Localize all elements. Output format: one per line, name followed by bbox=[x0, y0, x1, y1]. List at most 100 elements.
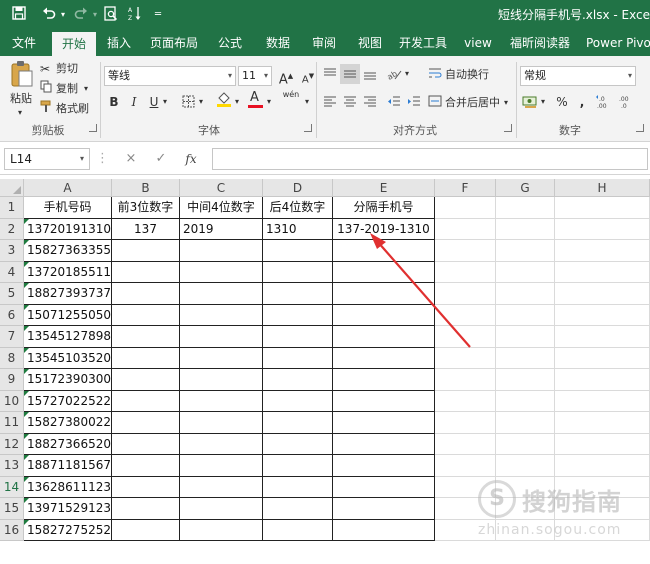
tab-data[interactable]: 数据 bbox=[258, 30, 298, 56]
tab-file[interactable]: 文件 bbox=[4, 30, 44, 56]
formula-bar-grip-icon: ⋮ bbox=[96, 151, 109, 166]
percent-button[interactable]: % bbox=[552, 92, 572, 112]
svg-text:Z: Z bbox=[128, 15, 132, 21]
number-format-value: 常规 bbox=[524, 69, 546, 82]
phonetic-guide-button[interactable]: wén bbox=[280, 90, 302, 110]
font-size-value: 11 bbox=[242, 69, 256, 82]
copy-label: 复制 bbox=[56, 82, 78, 95]
font-color-swatch bbox=[248, 105, 263, 108]
chevron-down-icon: ▾ bbox=[227, 71, 232, 80]
align-top-icon[interactable] bbox=[320, 64, 340, 84]
align-right-icon[interactable] bbox=[360, 92, 380, 112]
ribbon-separator bbox=[516, 62, 517, 138]
watermark-text: 搜狗指南 bbox=[522, 488, 622, 516]
copy-button[interactable]: 复制 ▾ bbox=[40, 80, 98, 98]
bold-button[interactable]: B bbox=[104, 92, 124, 112]
font-name-value: 等线 bbox=[108, 69, 130, 82]
phonetic-dropdown-icon[interactable]: ▾ bbox=[302, 92, 312, 112]
currency-dropdown-icon[interactable]: ▾ bbox=[538, 92, 548, 112]
clipboard-launcher-icon[interactable] bbox=[89, 124, 97, 132]
decrease-indent-icon[interactable] bbox=[384, 92, 404, 112]
scissors-icon: ✂ bbox=[40, 62, 51, 76]
decrease-decimal-icon[interactable]: .00.0 bbox=[616, 92, 636, 112]
ribbon-separator bbox=[100, 62, 101, 138]
tab-formulas[interactable]: 公式 bbox=[210, 30, 250, 56]
font-color-dropdown-icon[interactable]: ▾ bbox=[264, 92, 274, 112]
fill-color-dropdown-icon[interactable]: ▾ bbox=[232, 92, 242, 112]
fill-color-icon[interactable] bbox=[214, 90, 234, 110]
number-format-select[interactable]: 常规 ▾ bbox=[520, 66, 636, 86]
borders-icon[interactable] bbox=[178, 92, 198, 112]
align-left-icon[interactable] bbox=[320, 92, 340, 112]
merge-center-button[interactable]: 合并后居中 ▾ bbox=[428, 94, 514, 112]
svg-text:.00: .00 bbox=[597, 103, 607, 110]
copy-dropdown-icon[interactable]: ▾ bbox=[84, 80, 88, 98]
wrap-text-label: 自动换行 bbox=[445, 68, 489, 81]
watermark: S 搜狗指南 zhinan.sogou.com bbox=[478, 480, 648, 550]
name-box[interactable]: L14 ▾ bbox=[4, 148, 90, 170]
paste-button[interactable]: 粘贴 ▾ bbox=[8, 60, 38, 118]
shrink-font-button[interactable]: A▼ bbox=[298, 66, 318, 86]
align-center-icon[interactable] bbox=[340, 92, 360, 112]
svg-text:.00: .00 bbox=[619, 96, 629, 103]
orientation-dropdown-icon[interactable]: ▾ bbox=[402, 64, 412, 84]
format-painter-button[interactable]: 格式刷 bbox=[40, 100, 92, 118]
underline-dropdown-icon[interactable]: ▾ bbox=[160, 92, 170, 112]
wrap-text-button[interactable]: 自动换行 bbox=[428, 66, 498, 84]
paintbrush-icon bbox=[40, 100, 53, 119]
borders-dropdown-icon[interactable]: ▾ bbox=[196, 92, 206, 112]
wrap-text-icon bbox=[428, 66, 442, 86]
undo-dropdown-icon[interactable]: ▾ bbox=[58, 6, 68, 24]
tab-page-layout[interactable]: 页面布局 bbox=[146, 30, 202, 56]
redo-icon[interactable] bbox=[72, 6, 90, 24]
tab-insert[interactable]: 插入 bbox=[100, 30, 138, 56]
formula-bar: L14 ▾ ⋮ × ✓ fx bbox=[0, 143, 650, 175]
align-middle-icon[interactable] bbox=[340, 64, 360, 84]
font-name-select[interactable]: 等线 ▾ bbox=[104, 66, 236, 86]
increase-decimal-icon[interactable]: .0.00 bbox=[594, 92, 614, 112]
italic-button[interactable]: I bbox=[124, 92, 144, 112]
alignment-launcher-icon[interactable] bbox=[504, 124, 512, 132]
tab-review[interactable]: 审阅 bbox=[304, 30, 344, 56]
number-launcher-icon[interactable] bbox=[636, 124, 644, 132]
orientation-icon[interactable]: ab bbox=[384, 64, 404, 84]
font-color-button[interactable]: A bbox=[246, 90, 266, 110]
tab-home[interactable]: 开始 bbox=[52, 32, 96, 56]
undo-icon[interactable] bbox=[40, 6, 58, 24]
currency-format-icon[interactable] bbox=[520, 92, 540, 112]
grow-font-button[interactable]: A▲ bbox=[276, 66, 296, 87]
tab-foxit-reader[interactable]: 福昕阅读器 bbox=[506, 30, 574, 56]
watermark-url: zhinan.sogou.com bbox=[478, 522, 622, 538]
chevron-down-icon: ▾ bbox=[79, 154, 84, 163]
enter-icon[interactable]: ✓ bbox=[150, 149, 172, 169]
increase-indent-icon[interactable] bbox=[404, 92, 424, 112]
svg-text:ab: ab bbox=[386, 69, 399, 81]
redo-dropdown-icon[interactable]: ▾ bbox=[90, 6, 100, 24]
tab-view-en[interactable]: view bbox=[460, 30, 496, 56]
sogou-logo-icon: S bbox=[478, 480, 516, 518]
phonetic-guide-label: wén bbox=[282, 90, 300, 99]
format-painter-label: 格式刷 bbox=[56, 102, 89, 115]
tab-developer[interactable]: 开发工具 bbox=[396, 30, 450, 56]
paste-dropdown-icon[interactable]: ▾ bbox=[18, 104, 22, 122]
cut-button[interactable]: ✂ 剪切 bbox=[40, 60, 90, 78]
font-size-select[interactable]: 11 ▾ bbox=[238, 66, 272, 86]
comma-style-button[interactable]: , bbox=[572, 92, 592, 112]
formula-input[interactable] bbox=[212, 148, 648, 170]
tab-view[interactable]: 视图 bbox=[350, 30, 390, 56]
print-preview-icon[interactable] bbox=[102, 6, 120, 24]
sort-ascending-icon[interactable]: AZ bbox=[126, 6, 144, 24]
align-bottom-icon[interactable] bbox=[360, 64, 380, 84]
floppy-save-icon[interactable] bbox=[10, 6, 28, 24]
svg-text:.0: .0 bbox=[621, 103, 627, 110]
merge-dropdown-icon[interactable]: ▾ bbox=[504, 94, 508, 112]
window-title: 短线分隔手机号.xlsx - Exce bbox=[497, 8, 650, 22]
merge-center-label: 合并后居中 bbox=[445, 96, 500, 109]
tab-power-pivot[interactable]: Power Pivot bbox=[586, 30, 650, 56]
customize-toolbar-icon[interactable]: ═ bbox=[152, 6, 164, 24]
copy-icon bbox=[40, 80, 53, 99]
cancel-icon[interactable]: × bbox=[120, 149, 142, 169]
font-launcher-icon[interactable] bbox=[304, 124, 312, 132]
insert-function-button[interactable]: fx bbox=[180, 149, 202, 169]
cut-label: 剪切 bbox=[56, 62, 78, 75]
